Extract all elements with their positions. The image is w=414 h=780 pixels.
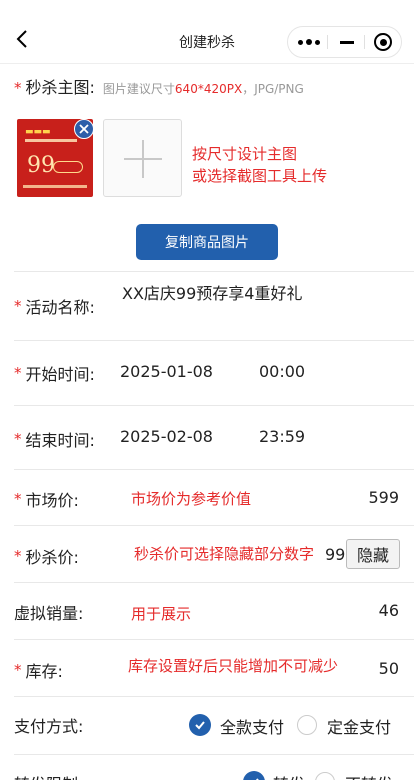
forward-allow-label[interactable]: 转发	[273, 771, 305, 780]
forward-limit-label: 转发限制:	[14, 771, 83, 780]
stock-note: 库存设置好后只能增加不可减少	[128, 657, 339, 675]
plus-icon-vertical	[142, 140, 144, 178]
start-time-picker[interactable]: 00:00	[259, 362, 305, 381]
hint-suffix: ，JPG/PNG	[242, 82, 304, 96]
stock-input[interactable]: 50	[379, 659, 399, 678]
virtual-sales-label: 虚拟销量:	[14, 600, 83, 624]
end-time-row: * 结束时间: 2025-02-08 23:59	[14, 405, 414, 469]
activity-name-row: * 活动名称: XX店庆99预存享4重好礼	[14, 271, 414, 340]
virtual-sales-row: 虚拟销量: 用于展示 46	[14, 582, 414, 639]
forward-deny-label[interactable]: 不转发	[345, 771, 393, 780]
full-payment-radio[interactable]	[189, 714, 211, 736]
close-target-icon[interactable]	[364, 27, 402, 57]
seckill-price-label: * 秒杀价:	[14, 544, 79, 568]
thumb-subline	[25, 139, 77, 142]
seckill-price-input[interactable]: 99	[325, 545, 345, 564]
deposit-payment-label[interactable]: 定金支付	[327, 714, 391, 738]
stock-row: * 库存: 库存设置好后只能增加不可减少 50	[14, 639, 414, 696]
add-image-button[interactable]	[103, 119, 182, 197]
image-size-hint: 图片建议尺寸640*420PX，JPG/PNG	[103, 80, 304, 97]
seckill-price-note: 秒杀价可选择隐藏部分数字	[134, 545, 315, 563]
end-time-label: * 结束时间:	[14, 427, 95, 451]
more-icon[interactable]	[290, 27, 328, 57]
market-price-label: * 市场价:	[14, 487, 79, 511]
start-time-row: * 开始时间: 2025-01-08 00:00	[14, 340, 414, 405]
forward-allow-radio[interactable]	[243, 771, 265, 780]
end-date-picker[interactable]: 2025-02-08	[120, 427, 213, 446]
minimize-icon[interactable]	[328, 27, 366, 57]
hint-prefix: 图片建议尺寸	[102, 82, 175, 96]
market-price-label-text: 市场价:	[25, 491, 79, 510]
activity-name-label-text: 活动名称:	[25, 298, 95, 317]
thumb-pill	[53, 161, 83, 173]
forward-limit-row: 转发限制: 转发 不转发	[14, 754, 414, 780]
payment-method-row: 支付方式: 全款支付 定金支付	[14, 696, 414, 754]
activity-name-input[interactable]: XX店庆99预存享4重好礼	[122, 280, 302, 304]
virtual-sales-note: 用于展示	[131, 605, 192, 623]
required-mark: *	[14, 547, 22, 565]
seckill-price-row: * 秒杀价: 秒杀价可选择隐藏部分数字 99 隐藏	[14, 525, 414, 582]
end-time-label-text: 结束时间:	[25, 431, 95, 450]
hint-size: 640*420PX	[174, 82, 243, 96]
copy-product-image-button[interactable]: 复制商品图片	[136, 224, 278, 260]
required-mark: *	[14, 490, 22, 508]
forward-deny-radio[interactable]	[315, 772, 335, 780]
start-time-label-text: 开始时间:	[25, 365, 95, 384]
thumb-number: 99	[27, 153, 55, 178]
thumb-footer-line	[23, 185, 87, 188]
market-price-row: * 市场价: 市场价为参考价值 599	[14, 469, 414, 525]
end-time-picker[interactable]: 23:59	[259, 427, 305, 446]
market-price-input[interactable]: 599	[368, 488, 399, 507]
required-mark: *	[14, 430, 22, 448]
required-mark: *	[14, 79, 22, 97]
payment-method-label-text: 支付方式:	[14, 717, 84, 736]
upload-tip: 按尺寸设计主图 或选择截图工具上传	[192, 143, 327, 187]
payment-method-label: 支付方式:	[14, 713, 83, 737]
nav-bar: 创建秒杀	[0, 0, 414, 64]
deposit-payment-radio[interactable]	[297, 715, 317, 735]
forward-limit-label-text: 转发限制:	[14, 771, 83, 780]
activity-name-label: * 活动名称:	[14, 294, 95, 318]
required-mark: *	[14, 297, 22, 315]
virtual-sales-input[interactable]: 46	[379, 601, 399, 620]
start-date-picker[interactable]: 2025-01-08	[120, 362, 213, 381]
stock-label-text: 库存:	[25, 662, 63, 681]
virtual-sales-label-text: 虚拟销量:	[14, 604, 84, 623]
market-price-note: 市场价为参考价值	[131, 490, 252, 508]
full-payment-label[interactable]: 全款支付	[220, 714, 284, 738]
remove-image-icon[interactable]	[74, 119, 94, 139]
required-mark: *	[14, 661, 22, 679]
start-time-label: * 开始时间:	[14, 361, 95, 385]
main-image-label-text: 秒杀主图:	[25, 78, 95, 97]
upload-tip-line2: 或选择截图工具上传	[192, 167, 328, 185]
mini-program-capsule	[287, 26, 402, 58]
upload-tip-line1: 按尺寸设计主图	[192, 145, 298, 163]
main-image-label: * 秒杀主图: 图片建议尺寸640*420PX，JPG/PNG	[14, 74, 304, 98]
seckill-price-label-text: 秒杀价:	[25, 548, 79, 567]
thumb-title-mark: ▬▬▬	[25, 127, 51, 137]
hide-digits-button[interactable]: 隐藏	[346, 539, 400, 569]
required-mark: *	[14, 364, 22, 382]
stock-label: * 库存:	[14, 658, 63, 682]
